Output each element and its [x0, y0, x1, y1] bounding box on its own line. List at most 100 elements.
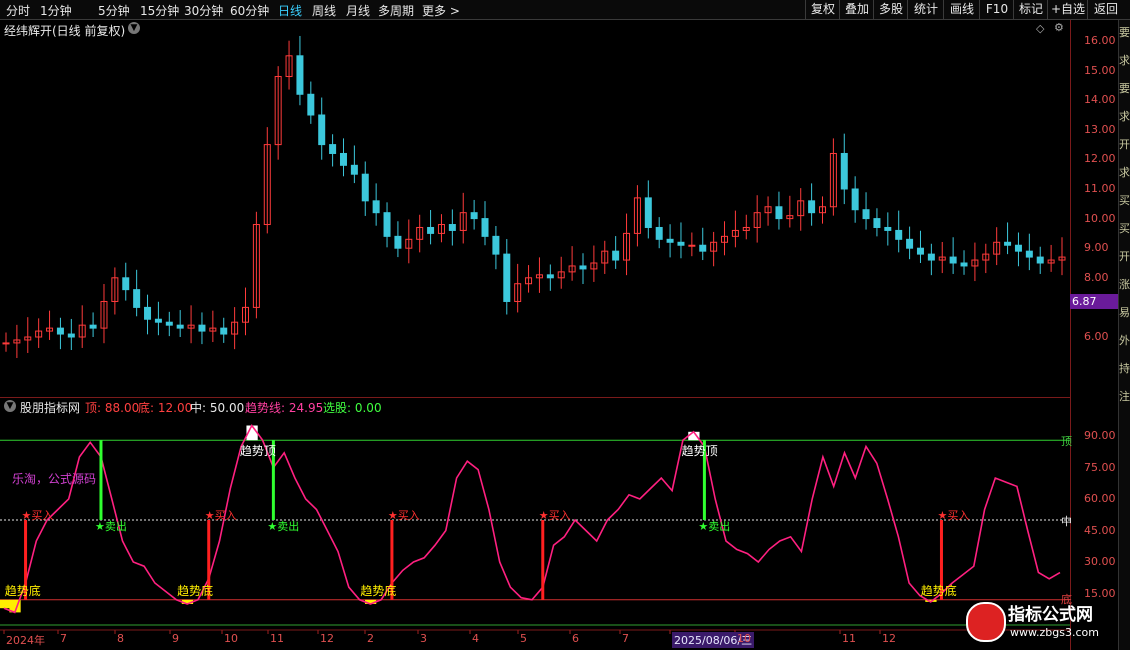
strip-char: 开: [1119, 250, 1130, 263]
x-tick-label: 7: [622, 632, 629, 645]
candle-body: [165, 321, 173, 326]
strip-char: 易: [1119, 306, 1130, 319]
x-tick-label: 12: [320, 632, 334, 645]
sell-label: ★卖出: [94, 520, 127, 533]
candle-body: [394, 235, 402, 249]
buy-label: ★买入: [937, 509, 970, 522]
source-note: 乐淘，公式源码: [12, 472, 97, 486]
candle-body: [949, 256, 957, 264]
candle-body: [655, 226, 663, 240]
trend-top-caption: 趋势顶: [239, 444, 276, 459]
candle-body: [851, 188, 859, 211]
strip-char: 买: [1119, 222, 1130, 235]
candle-body: [612, 250, 620, 261]
candle-body: [546, 274, 554, 279]
price-label: 16.00: [1084, 34, 1116, 47]
chart-canvas: [0, 35, 1070, 634]
buy-label: ★买入: [538, 509, 571, 522]
candle-body: [699, 244, 707, 252]
strip-char: 涨: [1119, 278, 1130, 291]
candle-body: [470, 212, 478, 220]
logo-icon: [966, 602, 1006, 642]
candle-body: [296, 55, 304, 95]
indicator-axis-label: 60.00: [1084, 492, 1116, 505]
candle-body: [372, 200, 380, 214]
candle-body: [840, 152, 848, 190]
candle-body: [666, 238, 674, 243]
strip-char: 要: [1119, 26, 1130, 39]
indicator-axis-label: 75.00: [1084, 460, 1116, 474]
candle-body: [862, 209, 870, 220]
candle-body: [775, 206, 783, 220]
trend-bottom-caption: 趋势底: [920, 583, 957, 598]
candle-body: [688, 244, 696, 247]
candle-body: [1036, 256, 1044, 264]
strip-char: 外: [1119, 334, 1130, 347]
indicator-axis-label: 45.00: [1084, 523, 1116, 537]
param-top: 顶: 88.00: [85, 401, 140, 415]
x-tick-label: 6: [572, 632, 579, 645]
current-price-tag: 6.87: [1070, 294, 1122, 309]
candle-body: [916, 247, 924, 255]
chevron-down-icon[interactable]: ▼: [4, 400, 16, 412]
buy-label: ★买入: [21, 509, 54, 522]
indicator-name: 股朋指标网: [20, 401, 81, 415]
top-line-tag: 顶: [1061, 435, 1072, 449]
x-tick-label: 11: [842, 632, 856, 645]
buy-label: ★买入: [387, 509, 420, 522]
param-bottom: 底: 12.00: [138, 401, 193, 415]
candle-body: [133, 289, 141, 308]
candle-body: [318, 114, 326, 146]
x-tick-label: 11: [270, 632, 284, 645]
candle-body: [307, 93, 315, 116]
param-mid: 中: 50.00: [190, 401, 245, 415]
candle-body: [2, 342, 10, 345]
candle-body: [427, 226, 435, 234]
candle-body: [895, 229, 903, 240]
price-label: 12.00: [1084, 152, 1116, 166]
strip-char: 要: [1119, 82, 1130, 95]
x-tick-label: 3: [420, 632, 427, 645]
site-url: www.zbgs3.com: [1010, 626, 1099, 639]
price-label: 15.00: [1084, 63, 1116, 77]
site-title: 指标公式网: [1008, 605, 1093, 625]
trend-bottom-caption: 趋势底: [4, 583, 41, 598]
price-label: 11.00: [1084, 182, 1116, 195]
param-select: 选股: 0.00: [323, 401, 382, 415]
candle-body: [350, 164, 358, 175]
candle-body: [383, 212, 391, 237]
candle-body: [448, 224, 456, 231]
x-tick-label: 2024年: [6, 634, 45, 647]
strip-char: 买: [1119, 194, 1130, 207]
candle-body: [1025, 250, 1033, 258]
candle-body: [503, 253, 511, 302]
strip-char: 开: [1119, 138, 1130, 151]
candle-body: [67, 333, 75, 338]
indicator-axis-label: 90.00: [1084, 429, 1116, 442]
candle-body: [1004, 241, 1012, 246]
candle-body: [808, 200, 816, 214]
candle-body: [677, 241, 685, 246]
candle-body: [144, 306, 152, 320]
candle-body: [906, 238, 914, 249]
candle-body: [579, 265, 587, 270]
site-watermark: 指标公式网 www.zbgs3.com: [966, 598, 1124, 646]
sell-label: ★卖出: [698, 520, 731, 533]
x-tick-label: 9: [172, 632, 179, 645]
candle-body: [927, 253, 935, 261]
candle-body: [644, 197, 652, 228]
candle-body: [884, 226, 892, 231]
x-tick-label: 4: [472, 632, 479, 645]
side-info-strip: 要求要求开求买买开涨易外持注: [1118, 20, 1130, 650]
candle-body: [492, 235, 500, 255]
strip-char: 求: [1119, 54, 1130, 67]
trend-bottom-caption: 趋势底: [360, 583, 397, 598]
back-button[interactable]: 返回: [1087, 0, 1124, 19]
candle-body: [220, 327, 228, 335]
panel-divider: [0, 397, 1070, 398]
price-label: 10.00: [1084, 211, 1116, 225]
indicator-axis-label: 30.00: [1084, 555, 1116, 568]
price-label: 13.00: [1084, 122, 1116, 136]
candle-body: [361, 173, 369, 202]
strip-char: 注: [1119, 390, 1130, 403]
